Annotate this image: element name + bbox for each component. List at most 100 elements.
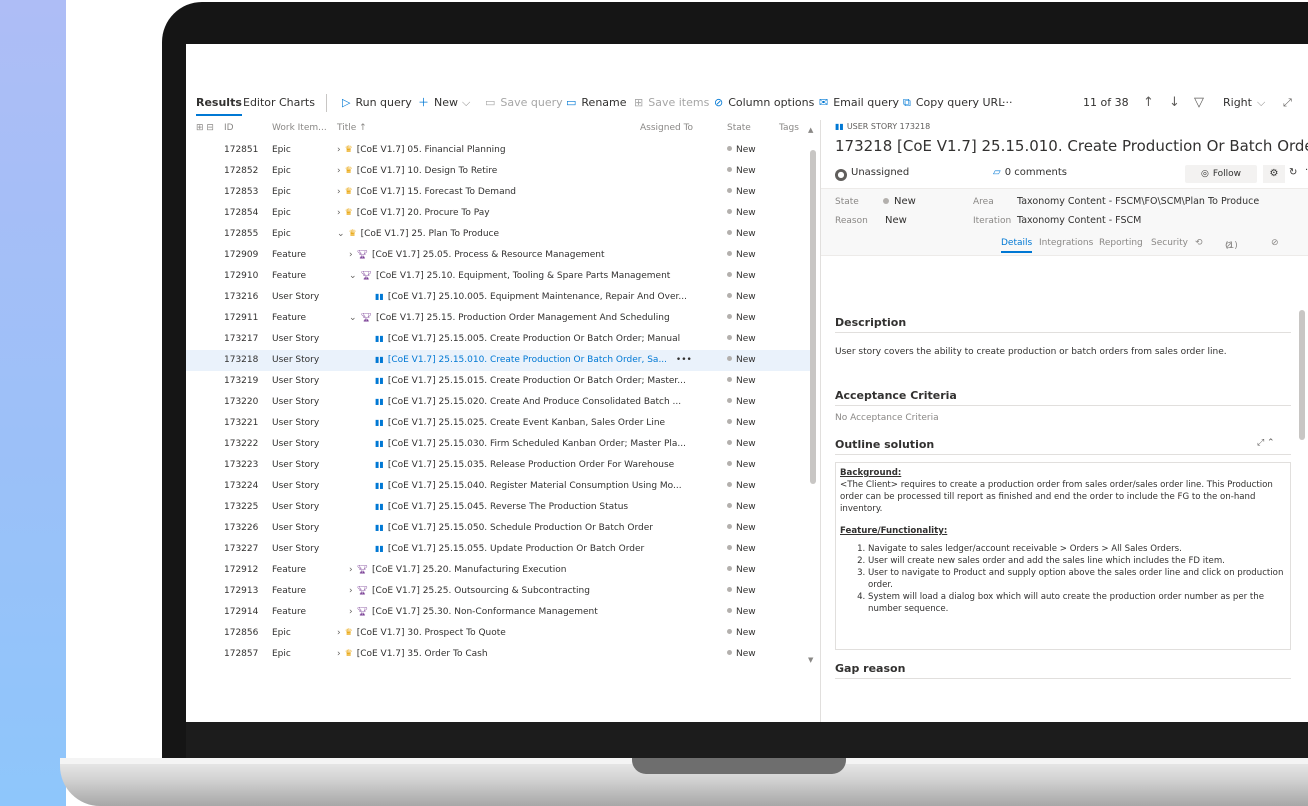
row-title[interactable]: ▮▮ [CoE V1.7] 25.15.015. Create Productio…	[337, 376, 741, 386]
table-row[interactable]: 173224 User Story ▮▮ [CoE V1.7] 25.15.040. …	[186, 476, 814, 497]
column-assigned-to[interactable]: Assigned To	[640, 123, 693, 133]
table-row[interactable]: 173217 User Story ▮▮ [CoE V1.7] 25.15.005. …	[186, 329, 814, 350]
pane-position-select[interactable]: Right ⌵	[1223, 90, 1265, 116]
row-title[interactable]: › 🏆︎ [CoE V1.7] 25.05. Process & Resource …	[337, 250, 729, 260]
chevron-down-icon[interactable]: ⌄	[349, 313, 357, 323]
tab-editor[interactable]: Editor	[243, 90, 276, 116]
table-row[interactable]: 172856 Epic › ♛ [CoE V1.7] 30. Prospect To Q…	[186, 623, 814, 644]
refresh-icon[interactable]: ↻	[1289, 167, 1297, 178]
row-title[interactable]: ▮▮ [CoE V1.7] 25.15.020. Create And Produ…	[337, 397, 741, 407]
row-title[interactable]: › ♛ [CoE V1.7] 30. Prospect To Quote	[337, 628, 717, 638]
next-arrow-icon[interactable]: ↓	[1169, 90, 1180, 116]
follow-button[interactable]: ◎ Follow	[1185, 165, 1257, 183]
expand-collapse-all-icon[interactable]: ⊞ ⊟	[196, 123, 214, 133]
save-items-button[interactable]: ⊞ Save items	[634, 90, 709, 116]
table-row[interactable]: 172910 Feature ⌄ 🏆︎ [CoE V1.7] 25.10. Equipm…	[186, 266, 814, 287]
history-icon[interactable]: ⟲	[1195, 238, 1203, 248]
save-query-button[interactable]: ▭ Save query	[485, 90, 563, 116]
chevron-right-icon[interactable]: ›	[337, 208, 341, 218]
assignee-picker[interactable]: ● Unassigned	[835, 167, 909, 181]
more-actions-button[interactable]: ···	[1002, 90, 1013, 116]
table-row[interactable]: 172855 Epic ⌄ ♛ [CoE V1.7] 25. Plan To Produ…	[186, 224, 814, 245]
gear-icon[interactable]: ⚙	[1263, 165, 1285, 183]
run-query-button[interactable]: ▷ Run query	[342, 90, 412, 116]
chevron-down-icon[interactable]: ⌄	[349, 271, 357, 281]
row-title[interactable]: › ♛ [CoE V1.7] 10. Design To Retire	[337, 166, 717, 176]
row-title[interactable]: › ♛ [CoE V1.7] 05. Financial Planning	[337, 145, 717, 155]
row-title[interactable]: ▮▮ [CoE V1.7] 25.15.040. Register Materia…	[337, 481, 741, 491]
table-row[interactable]: 172911 Feature ⌄ 🏆︎ [CoE V1.7] 25.15. Produc…	[186, 308, 814, 329]
chevron-right-icon[interactable]: ›	[337, 166, 341, 176]
chevron-right-icon[interactable]: ›	[349, 565, 353, 575]
filter-icon[interactable]: ▽	[1194, 90, 1204, 116]
new-button[interactable]: ＋ New ⌵	[418, 90, 470, 116]
row-title[interactable]: › ♛ [CoE V1.7] 20. Procure To Pay	[337, 208, 717, 218]
row-title[interactable]: › 🏆︎ [CoE V1.7] 25.30. Non-Conformance Man…	[337, 607, 729, 617]
chevron-down-icon[interactable]: ⌄	[337, 229, 345, 239]
copy-query-url-button[interactable]: ⧉ Copy query URL	[903, 90, 1004, 116]
outline-solution-box[interactable]: Background: <The Client> requires to cre…	[835, 462, 1291, 650]
row-title[interactable]: › 🏆︎ [CoE V1.7] 25.25. Outsourcing & Subco…	[337, 586, 729, 596]
row-title[interactable]: ⌄ 🏆︎ [CoE V1.7] 25.15. Production Order Ma…	[337, 313, 729, 323]
row-title[interactable]: ▮▮ [CoE V1.7] 25.15.050. Schedule Product…	[337, 523, 741, 533]
chevron-right-icon[interactable]: ›	[349, 250, 353, 260]
column-id[interactable]: ID	[224, 123, 234, 133]
column-type[interactable]: Work Item...	[272, 123, 327, 133]
area-field[interactable]: Taxonomy Content - FSCM\FO\SCM\Plan To P…	[1017, 196, 1259, 207]
table-row[interactable]: 172857 Epic › ♛ [CoE V1.7] 35. Order To Cash…	[186, 644, 814, 665]
table-row[interactable]: 172909 Feature › 🏆︎ [CoE V1.7] 25.05. Proces…	[186, 245, 814, 266]
chevron-right-icon[interactable]: ›	[337, 145, 341, 155]
detail-scrollbar[interactable]	[1299, 310, 1305, 440]
row-title[interactable]: ▮▮ [CoE V1.7] 25.15.005. Create Productio…	[337, 334, 741, 344]
expand-collapse-icon[interactable]: ⤢ ⌃	[1257, 438, 1275, 448]
table-row[interactable]: 173219 User Story ▮▮ [CoE V1.7] 25.15.015. …	[186, 371, 814, 392]
table-row[interactable]: 172913 Feature › 🏆︎ [CoE V1.7] 25.25. Outsou…	[186, 581, 814, 602]
row-title[interactable]: ▮▮ [CoE V1.7] 25.15.035. Release Producti…	[337, 460, 741, 470]
row-title[interactable]: ▮▮ [CoE V1.7] 25.15.055. Update Productio…	[337, 544, 741, 554]
table-row[interactable]: 173226 User Story ▮▮ [CoE V1.7] 25.15.050. …	[186, 518, 814, 539]
tab-integrations[interactable]: Integrations	[1039, 238, 1093, 248]
table-row[interactable]: 173221 User Story ▮▮ [CoE V1.7] 25.15.025. …	[186, 413, 814, 434]
column-tags[interactable]: Tags	[779, 123, 799, 133]
row-more-icon[interactable]: •••	[673, 355, 692, 365]
table-row[interactable]: 173222 User Story ▮▮ [CoE V1.7] 25.15.030. …	[186, 434, 814, 455]
table-row[interactable]: 173225 User Story ▮▮ [CoE V1.7] 25.15.045. …	[186, 497, 814, 518]
table-row[interactable]: 173223 User Story ▮▮ [CoE V1.7] 25.15.035. …	[186, 455, 814, 476]
grid-scrollbar[interactable]	[810, 150, 816, 484]
column-state[interactable]: State	[727, 123, 751, 133]
tab-details[interactable]: Details	[1001, 238, 1033, 253]
rename-button[interactable]: ▭ Rename	[566, 90, 627, 116]
row-title[interactable]: ⌄ ♛ [CoE V1.7] 25. Plan To Produce	[337, 229, 717, 239]
row-title[interactable]: ▮▮ [CoE V1.7] 25.15.010. Create Productio…	[337, 355, 741, 365]
row-title[interactable]: › ♛ [CoE V1.7] 35. Order To Cash	[337, 649, 717, 659]
table-row[interactable]: 172854 Epic › ♛ [CoE V1.7] 20. Procure To Pa…	[186, 203, 814, 224]
comments-link[interactable]: ▱ 0 comments	[993, 167, 1067, 178]
acceptance-text[interactable]: No Acceptance Criteria	[835, 413, 1291, 423]
table-row[interactable]: 173216 User Story ▮▮ [CoE V1.7] 25.10.005. …	[186, 287, 814, 308]
tab-results[interactable]: Results	[196, 90, 242, 116]
row-title[interactable]: ⌄ 🏆︎ [CoE V1.7] 25.10. Equipment, Tooling …	[337, 271, 729, 281]
chevron-right-icon[interactable]: ›	[349, 607, 353, 617]
table-row[interactable]: 172851 Epic › ♛ [CoE V1.7] 05. Financial Pla…	[186, 140, 814, 161]
chevron-right-icon[interactable]: ›	[337, 649, 341, 659]
chevron-right-icon[interactable]: ›	[337, 187, 341, 197]
column-title[interactable]: Title ↑	[337, 123, 367, 133]
table-row[interactable]: 172852 Epic › ♛ [CoE V1.7] 10. Design To Ret…	[186, 161, 814, 182]
scroll-down-icon[interactable]: ▼	[808, 656, 813, 664]
state-field[interactable]: New	[883, 196, 916, 207]
email-query-button[interactable]: ✉ Email query	[819, 90, 899, 116]
scroll-up-icon[interactable]: ▲	[808, 126, 813, 134]
table-row[interactable]: 172912 Feature › 🏆︎ [CoE V1.7] 25.20. Manufa…	[186, 560, 814, 581]
table-row[interactable]: 173218 User Story ▮▮ [CoE V1.7] 25.15.010. …	[186, 350, 814, 371]
table-row[interactable]: 173227 User Story ▮▮ [CoE V1.7] 25.15.055. …	[186, 539, 814, 560]
row-title[interactable]: ▮▮ [CoE V1.7] 25.10.005. Equipment Mainte…	[337, 292, 741, 302]
row-title[interactable]: ▮▮ [CoE V1.7] 25.15.025. Create Event Kan…	[337, 418, 741, 428]
description-text[interactable]: User story covers the ability to create …	[835, 347, 1291, 357]
attachment-icon[interactable]: ⊘	[1271, 238, 1279, 248]
tab-reporting[interactable]: Reporting	[1099, 238, 1143, 248]
column-options-button[interactable]: ⊘ Column options	[714, 90, 814, 116]
row-title[interactable]: › ♛ [CoE V1.7] 15. Forecast To Demand	[337, 187, 717, 197]
reason-field[interactable]: New	[885, 215, 907, 226]
table-row[interactable]: 172853 Epic › ♛ [CoE V1.7] 15. Forecast To D…	[186, 182, 814, 203]
iteration-field[interactable]: Taxonomy Content - FSCM	[1017, 215, 1141, 226]
